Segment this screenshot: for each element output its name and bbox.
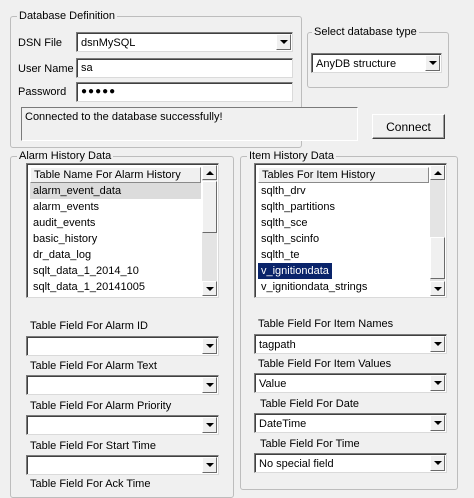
alarm-text-combobox[interactable] <box>26 375 219 395</box>
time-field-combobox[interactable]: No special field <box>254 453 447 473</box>
date-field-combobox[interactable]: DateTime <box>254 413 447 433</box>
dsn-file-combobox[interactable]: dsnMySQL <box>76 32 293 52</box>
item-names-dropdown-button[interactable] <box>430 336 445 352</box>
item-list-scrollbar[interactable] <box>430 165 445 296</box>
chevron-down-icon <box>205 383 214 387</box>
item-values-dropdown-button[interactable] <box>430 375 445 391</box>
chevron-down-icon <box>205 286 214 291</box>
list-item[interactable]: sqlth_te <box>258 247 429 263</box>
chevron-down-icon <box>205 423 214 427</box>
chevron-down-icon <box>433 286 442 291</box>
item-names-combobox[interactable]: tagpath <box>254 334 447 354</box>
connection-status-message: Connected to the database successfully! <box>21 107 358 141</box>
item-values-label: Table Field For Item Values <box>258 358 392 370</box>
password-label: Password <box>18 86 67 98</box>
time-field-dropdown-button[interactable] <box>430 455 445 471</box>
alarm-history-legend: Alarm History Data <box>19 150 112 162</box>
chevron-down-icon <box>279 40 288 44</box>
list-item[interactable]: alarm_events <box>30 199 201 215</box>
alarm-priority-combobox[interactable] <box>26 415 219 435</box>
item-table-list[interactable]: Tables For Item History sqlth_drv sqlth_… <box>254 163 447 298</box>
chevron-up-icon <box>433 170 442 175</box>
dsn-file-label: DSN File <box>18 37 63 49</box>
scroll-thumb[interactable] <box>430 237 445 279</box>
chevron-down-icon <box>205 344 214 348</box>
time-field-label: Table Field For Time <box>260 438 360 450</box>
alarm-priority-label: Table Field For Alarm Priority <box>30 400 172 412</box>
database-type-dropdown-button[interactable] <box>425 55 440 71</box>
list-item[interactable]: alarm_event_data <box>30 183 201 199</box>
alarm-id-combobox[interactable] <box>26 336 219 356</box>
list-item[interactable]: sqlt_data_1_2014_10 <box>30 263 201 279</box>
alarm-text-label: Table Field For Alarm Text <box>30 360 157 372</box>
alarm-list-header: Table Name For Alarm History <box>30 167 201 183</box>
database-type-combobox[interactable]: AnyDB structure <box>311 53 442 73</box>
user-name-label: User Name <box>18 63 74 75</box>
chevron-down-icon <box>433 421 442 425</box>
database-definition-legend: Database Definition <box>19 10 116 22</box>
dsn-dropdown-button[interactable] <box>276 34 291 50</box>
scroll-down-button[interactable] <box>202 281 217 296</box>
start-time-label: Table Field For Start Time <box>30 440 156 452</box>
list-item[interactable]: sqlth_scinfo <box>258 231 429 247</box>
list-item[interactable]: sqlt_data_1_20141005 <box>30 279 201 294</box>
list-item[interactable]: sqlth_partitions <box>258 199 429 215</box>
date-field-label: Table Field For Date <box>260 398 360 410</box>
dsn-file-value: dsnMySQL <box>81 37 136 49</box>
alarm-text-dropdown-button[interactable] <box>202 377 217 393</box>
chevron-down-icon <box>433 381 442 385</box>
chevron-down-icon <box>428 61 437 65</box>
list-item[interactable]: sqlth_drv <box>258 183 429 199</box>
alarm-id-label: Table Field For Alarm ID <box>30 320 148 332</box>
date-field-dropdown-button[interactable] <box>430 415 445 431</box>
connect-button[interactable]: Connect <box>372 114 445 139</box>
chevron-down-icon <box>433 342 442 346</box>
scroll-up-button[interactable] <box>430 165 445 180</box>
alarm-table-list[interactable]: Table Name For Alarm History alarm_event… <box>26 163 219 298</box>
item-history-legend: Item History Data <box>249 150 334 162</box>
list-item[interactable]: sqlth_sce <box>258 215 429 231</box>
chevron-down-icon <box>205 463 214 467</box>
scroll-down-button[interactable] <box>430 281 445 296</box>
item-values-combobox[interactable]: Value <box>254 373 447 393</box>
scroll-thumb[interactable] <box>202 181 217 233</box>
item-list-header: Tables For Item History <box>258 167 429 183</box>
list-item-selected[interactable]: v_ignitiondata <box>258 263 332 279</box>
item-names-label: Table Field For Item Names <box>258 318 394 330</box>
alarm-list-scrollbar[interactable] <box>202 165 217 296</box>
start-time-combobox[interactable] <box>26 455 219 475</box>
list-item[interactable]: audit_events <box>30 215 201 231</box>
list-item[interactable]: basic_history <box>30 231 201 247</box>
date-field-value: DateTime <box>259 418 307 430</box>
chevron-up-icon <box>205 170 214 175</box>
database-type-value: AnyDB structure <box>316 58 397 70</box>
chevron-down-icon <box>433 461 442 465</box>
start-time-dropdown-button[interactable] <box>202 457 217 473</box>
alarm-priority-dropdown-button[interactable] <box>202 417 217 433</box>
scroll-up-button[interactable] <box>202 165 217 180</box>
list-item[interactable]: dr_data_log <box>30 247 201 263</box>
list-item[interactable]: v_ignitiondata_strings <box>258 279 429 294</box>
password-input[interactable]: ●●●●● <box>76 82 293 102</box>
database-type-legend: Select database type <box>314 26 417 38</box>
item-names-value: tagpath <box>259 339 296 351</box>
ack-time-label: Table Field For Ack Time <box>30 478 151 490</box>
alarm-id-dropdown-button[interactable] <box>202 338 217 354</box>
time-field-value: No special field <box>259 458 334 470</box>
item-values-value: Value <box>259 378 287 390</box>
user-name-input[interactable]: sa <box>76 58 293 78</box>
